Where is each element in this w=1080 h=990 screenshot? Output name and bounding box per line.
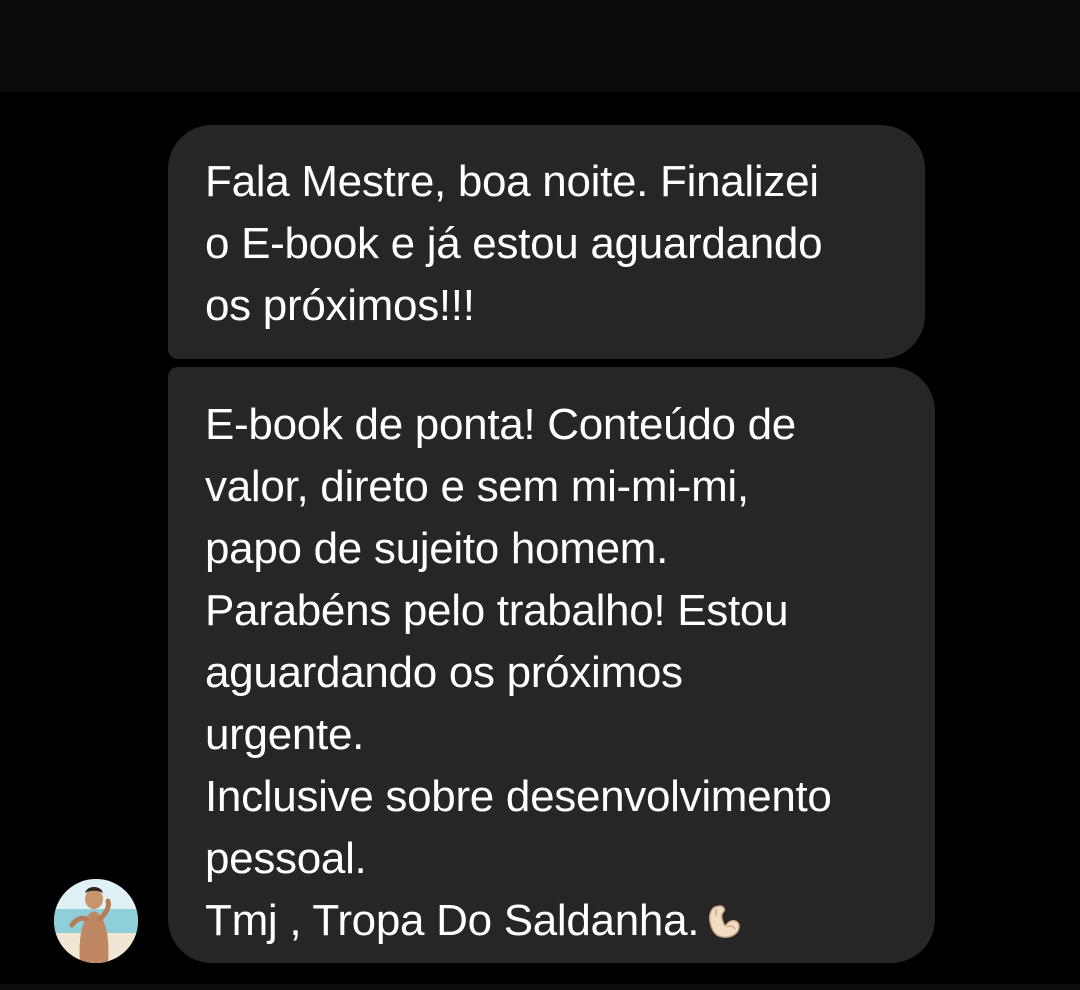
message-text: Fala Mestre, boa noite. Finalizei o E-bo… — [205, 157, 823, 330]
top-bar — [0, 0, 1080, 92]
bottom-edge — [0, 984, 1080, 990]
message-bubble[interactable]: Fala Mestre, boa noite. Finalizei o E-bo… — [168, 125, 925, 359]
avatar-photo — [54, 879, 138, 963]
avatar[interactable] — [54, 879, 138, 963]
message-text: E-book de ponta! Conteúdo de valor, dire… — [205, 400, 832, 945]
flexed-biceps-icon — [703, 896, 743, 938]
message-bubble[interactable]: E-book de ponta! Conteúdo de valor, dire… — [168, 367, 935, 963]
